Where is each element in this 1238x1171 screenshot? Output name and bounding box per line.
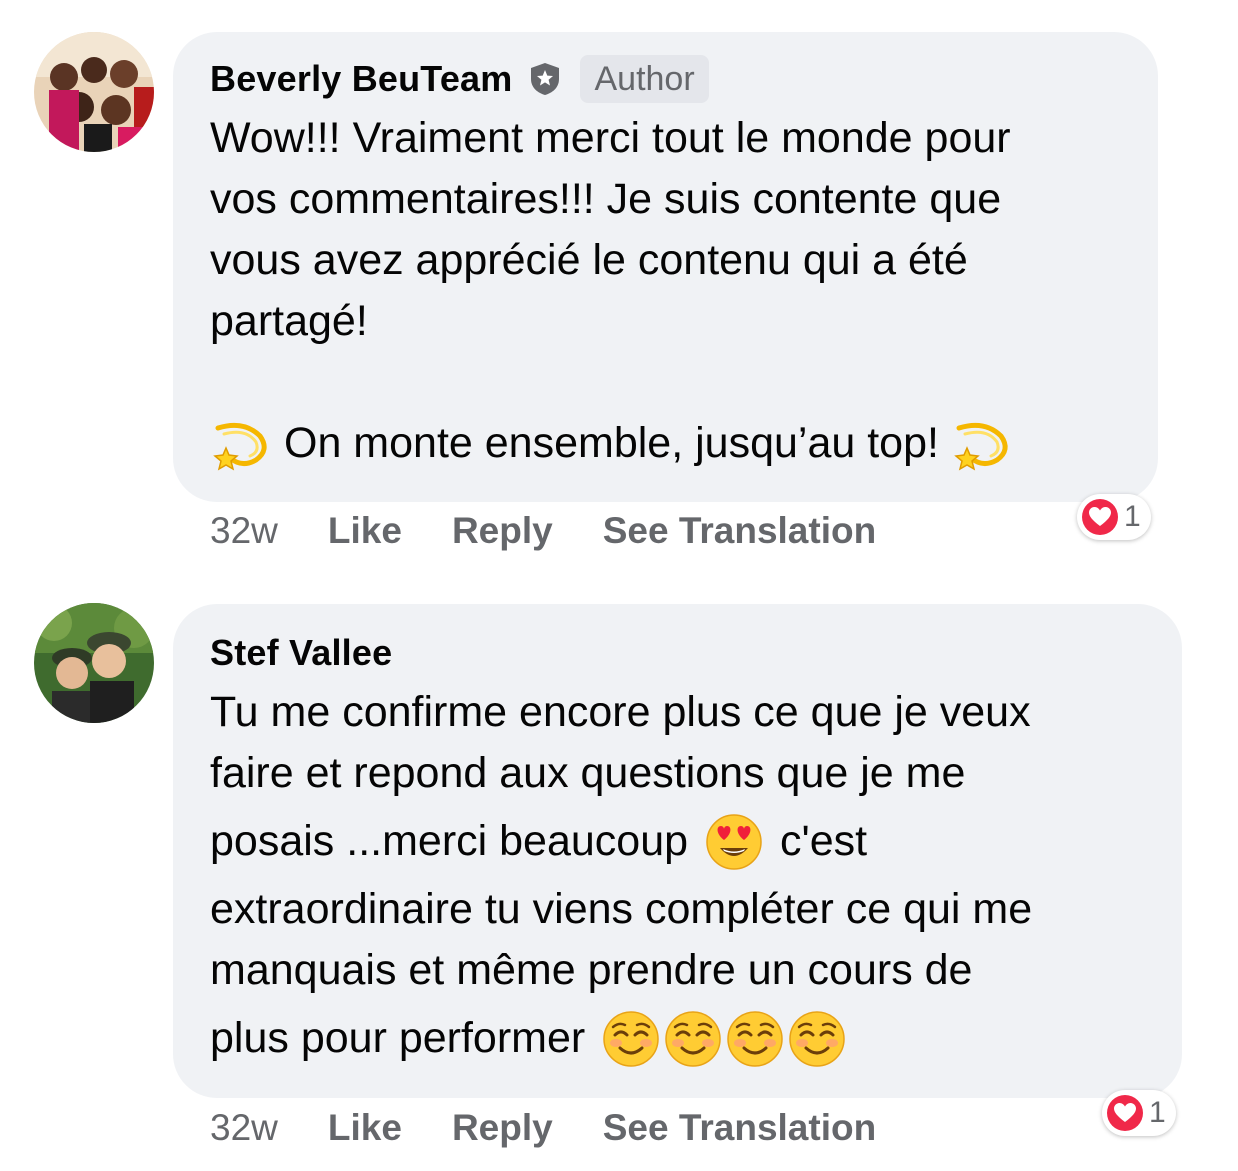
smiling-blush-emoji: [787, 1009, 847, 1069]
line-segment: posais ...merci beaucoup: [210, 817, 689, 865]
reply-button[interactable]: Reply: [452, 1107, 553, 1149]
closing-text: On monte ensemble, jusqu’au top!: [284, 419, 939, 467]
author-badge: Author: [580, 55, 709, 103]
comment-bubble: Stef Vallee Tu me confirme encore plus c…: [173, 604, 1182, 1098]
timestamp[interactable]: 32w: [210, 1107, 278, 1149]
dizzy-star-emoji: [951, 414, 1011, 474]
comment-text: Tu me confirme encore plus ce que je veu…: [210, 682, 1146, 1076]
like-button[interactable]: Like: [328, 1107, 402, 1149]
line-segment: c'est: [780, 817, 868, 865]
smiling-blush-emoji: [601, 1009, 661, 1069]
comment-closing-line: On monte ensemble, jusqu’au top!: [210, 413, 1122, 474]
reply-button[interactable]: Reply: [452, 510, 553, 552]
comment-line: Tu me confirme encore plus ce que je veu…: [210, 688, 1031, 736]
comment-line: vos commentaires!!! Je suis contente que: [210, 175, 1002, 223]
see-translation-button[interactable]: See Translation: [603, 510, 877, 552]
line-segment: plus pour performer: [210, 1014, 586, 1062]
dizzy-star-emoji: [210, 414, 270, 474]
reaction-count: 1: [1124, 500, 1141, 533]
comment-bubble: Beverly BeuTeam Author Wow!!! Vraiment m…: [173, 32, 1158, 502]
comment-actions: 32w Like Reply See Translation: [210, 1107, 876, 1149]
comment-line: plus pour performer: [210, 1001, 1146, 1076]
see-translation-button[interactable]: See Translation: [603, 1107, 877, 1149]
author-row: Beverly BeuTeam Author: [210, 54, 1122, 104]
heart-eyes-emoji: [704, 812, 764, 872]
comment-line: partagé!: [210, 297, 368, 345]
comment-line: posais ...merci beaucoup c'est: [210, 804, 1146, 879]
comment-actions: 32w Like Reply See Translation: [210, 510, 876, 552]
comment-line: extraordinaire tu viens compléter ce qui…: [210, 885, 1033, 933]
like-button[interactable]: Like: [328, 510, 402, 552]
comment-line: faire et repond aux questions que je me: [210, 749, 966, 797]
author-row: Stef Vallee: [210, 628, 1146, 678]
author-name[interactable]: Stef Vallee: [210, 632, 392, 674]
shield-star-icon: [528, 61, 562, 97]
smiling-blush-emoji: [663, 1009, 723, 1069]
heart-icon: [1082, 499, 1118, 535]
comment-text: Wow!!! Vraiment merci tout le monde pour…: [210, 108, 1122, 474]
timestamp[interactable]: 32w: [210, 510, 278, 552]
avatar[interactable]: [34, 603, 154, 723]
reaction-summary[interactable]: 1: [1102, 1090, 1176, 1136]
smiling-blush-emoji: [725, 1009, 785, 1069]
reaction-summary[interactable]: 1: [1077, 494, 1151, 540]
comment-line: Wow!!! Vraiment merci tout le monde pour: [210, 114, 1011, 162]
comment-line: manquais et même prendre un cours de: [210, 946, 973, 994]
author-name[interactable]: Beverly BeuTeam: [210, 58, 512, 100]
comment-line: vous avez apprécié le contenu qui a été: [210, 236, 968, 284]
reaction-count: 1: [1149, 1096, 1166, 1129]
avatar[interactable]: [34, 32, 154, 152]
heart-icon: [1107, 1095, 1143, 1131]
